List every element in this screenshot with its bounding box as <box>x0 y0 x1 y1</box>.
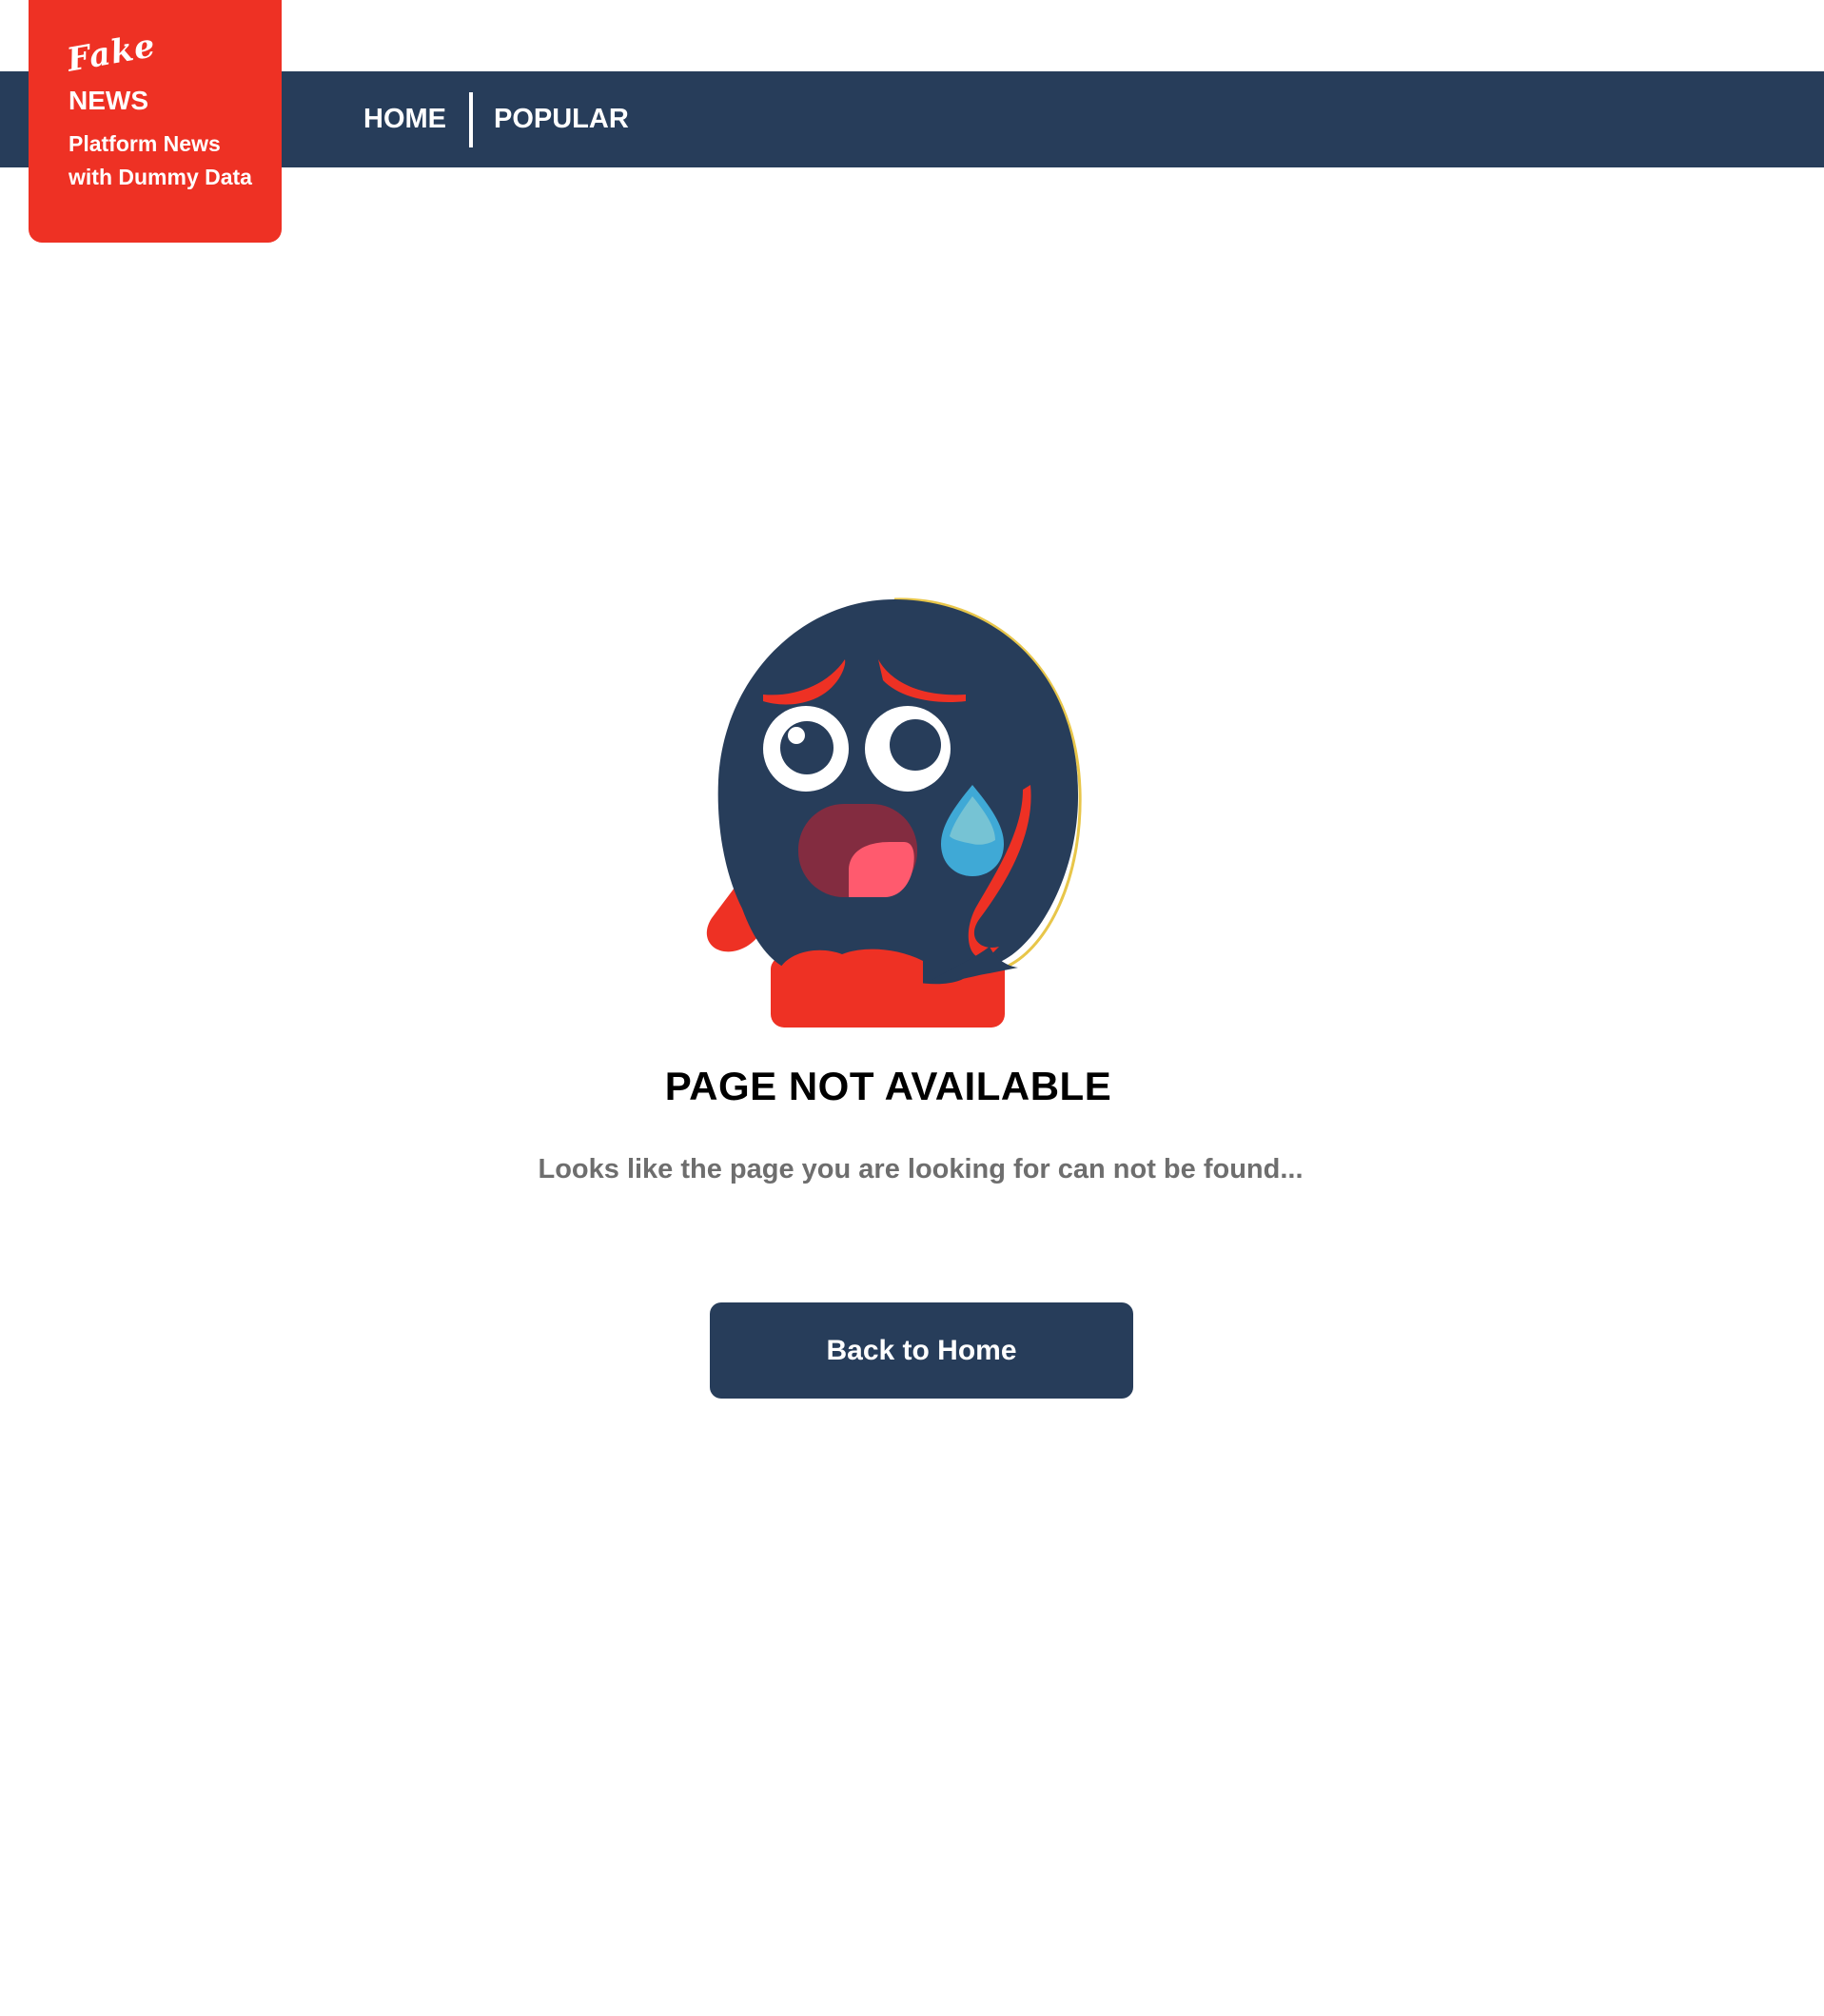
error-message: Looks like the page you are looking for … <box>538 1154 1304 1184</box>
page: HOME POPULAR Fake NEWS Platform News wit… <box>0 0 1824 2016</box>
nav-divider <box>469 91 473 147</box>
belly-shape <box>775 949 923 994</box>
logo-script-text: Fake <box>64 27 159 80</box>
logo-tagline-line-2: with Dummy Data <box>69 165 252 189</box>
site-logo[interactable]: Fake NEWS Platform News with Dummy Data <box>29 0 282 243</box>
logo-tagline-line-1: Platform News <box>69 131 221 156</box>
nav-home-link[interactable]: HOME <box>363 104 446 135</box>
main-nav: HOME POPULAR <box>363 71 629 167</box>
nav-popular-link[interactable]: POPULAR <box>494 104 629 135</box>
logo-title: NEWS <box>69 86 148 115</box>
left-eye-highlight <box>788 727 805 744</box>
error-title: PAGE NOT AVAILABLE <box>664 1064 1112 1108</box>
left-pupil <box>780 721 834 774</box>
back-to-home-button[interactable]: Back to Home <box>710 1302 1133 1399</box>
logo-tagline: Platform News with Dummy Data <box>69 127 252 194</box>
sad-face-illustration <box>706 597 1082 1028</box>
right-pupil <box>890 719 941 771</box>
